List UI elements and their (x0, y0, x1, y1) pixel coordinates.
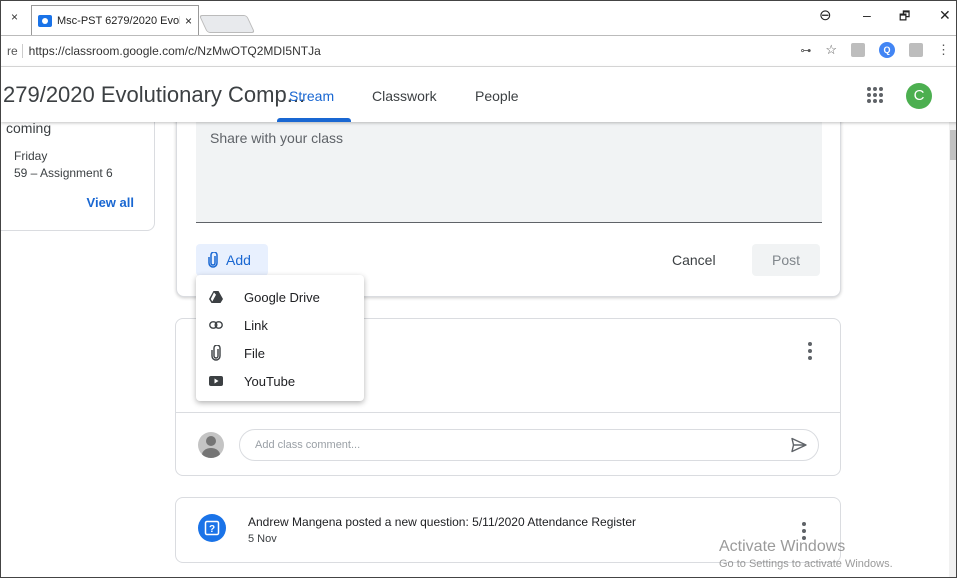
apps-grid-icon[interactable] (867, 87, 883, 103)
menu-more-icon[interactable]: ⋮ (937, 42, 950, 58)
link-icon (208, 317, 224, 333)
minimize-button[interactable]: – (863, 7, 871, 23)
address-bar-icons: ⊶ ☆ Q ⋮ (800, 42, 950, 58)
active-browser-tab[interactable]: Msc-PST 6279/2020 Evol × (31, 5, 199, 35)
view-all-link[interactable]: View all (87, 195, 134, 210)
page-scrollbar[interactable] (949, 122, 956, 577)
question-date: 5 Nov (248, 533, 277, 545)
google-drive-icon (208, 289, 224, 305)
previous-tab-close-button[interactable]: × (1, 5, 31, 29)
account-avatar[interactable]: C (906, 83, 932, 109)
upcoming-day: Friday (14, 149, 48, 163)
activate-windows-title: Activate Windows (719, 538, 846, 555)
upcoming-title: coming (6, 120, 52, 136)
add-attachment-menu: Google Drive Link File YouTube (196, 275, 364, 401)
extension-icon[interactable] (851, 43, 865, 57)
menu-item-file[interactable]: File (196, 339, 364, 367)
browser-tab-strip: × Msc-PST 6279/2020 Evol × ⊖ – 🗗 ✕ (1, 1, 956, 35)
menu-item-label: Google Drive (244, 289, 320, 305)
star-icon[interactable]: ☆ (825, 42, 837, 58)
cancel-button[interactable]: Cancel (672, 252, 716, 268)
menu-item-label: File (244, 345, 265, 361)
profile-icon[interactable]: ⊖ (819, 6, 832, 24)
address-bar[interactable]: re https://classroom.google.com/c/NzMwOT… (1, 35, 956, 67)
tab-stream[interactable]: Stream (289, 88, 334, 104)
classroom-header: 279/2020 Evolutionary Comp... Stream Cla… (1, 67, 956, 122)
tab-title: Msc-PST 6279/2020 Evol (57, 14, 180, 27)
url-text[interactable]: https://classroom.google.com/c/NzMwOTQ2M… (29, 44, 321, 58)
active-tab-indicator (277, 118, 351, 122)
menu-item-label: Link (244, 317, 268, 333)
svg-text:?: ? (209, 524, 215, 535)
add-attachment-button[interactable]: Add (196, 244, 268, 276)
secure-label: re (1, 44, 23, 58)
paperclip-icon (208, 252, 218, 268)
new-tab-button[interactable] (198, 15, 256, 33)
close-window-button[interactable]: ✕ (939, 7, 951, 24)
menu-item-youtube[interactable]: YouTube (196, 367, 364, 395)
restore-button[interactable]: 🗗 (899, 7, 910, 28)
share-textarea[interactable]: Share with your class (196, 112, 822, 223)
key-icon[interactable]: ⊶ (800, 44, 811, 57)
tab-close-button[interactable]: × (185, 14, 192, 28)
question-icon: ? (198, 514, 226, 542)
share-card: Share with your class Add Cancel Post (176, 101, 841, 297)
paperclip-icon (208, 345, 224, 361)
tab-people[interactable]: People (475, 88, 519, 104)
user-avatar (198, 432, 224, 458)
extension-q-icon[interactable]: Q (879, 42, 895, 58)
divider (176, 412, 840, 413)
post-button[interactable]: Post (752, 244, 820, 276)
youtube-icon (208, 373, 224, 389)
scrollbar-thumb[interactable] (950, 130, 956, 160)
menu-item-label: YouTube (244, 373, 296, 389)
screen: × Msc-PST 6279/2020 Evol × ⊖ – 🗗 ✕ re ht… (0, 0, 957, 578)
more-options-icon[interactable] (808, 342, 812, 360)
send-icon[interactable] (790, 436, 808, 454)
classroom-favicon-icon (38, 14, 52, 27)
class-comment-input[interactable]: Add class comment... (239, 429, 819, 461)
menu-item-link[interactable]: Link (196, 311, 364, 339)
tab-classwork[interactable]: Classwork (372, 88, 437, 104)
comment-placeholder: Add class comment... (255, 439, 361, 451)
menu-item-google-drive[interactable]: Google Drive (196, 283, 364, 311)
question-title[interactable]: Andrew Mangena posted a new question: 5/… (248, 515, 636, 529)
add-label: Add (226, 252, 251, 268)
activate-windows-subtitle: Go to Settings to activate Windows. (719, 558, 893, 570)
class-title[interactable]: 279/2020 Evolutionary Comp... (3, 82, 305, 108)
share-placeholder: Share with your class (210, 130, 344, 146)
upcoming-item[interactable]: 59 – Assignment 6 (14, 166, 113, 180)
extension-icon[interactable] (909, 43, 923, 57)
